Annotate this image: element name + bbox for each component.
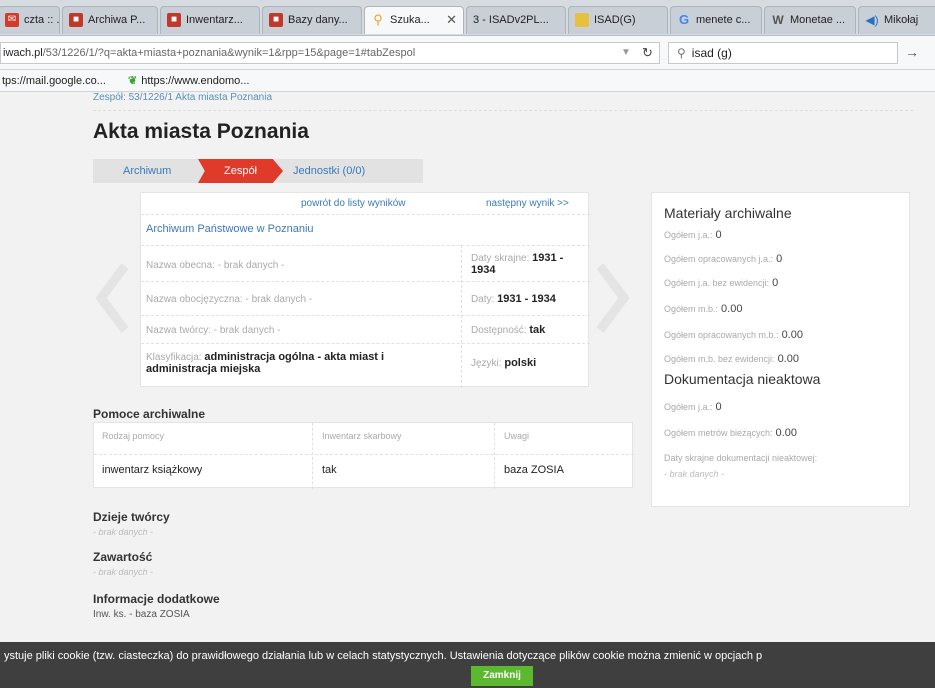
- next-result-link[interactable]: następny wynik >>: [486, 193, 569, 215]
- leaf-icon: ❦: [128, 75, 138, 87]
- field-date-range: Daty skrajne: 1931 - 1934: [471, 252, 564, 276]
- bookmark-endomondo[interactable]: ❦ https://www.endomo...: [128, 70, 249, 92]
- close-cookie-button[interactable]: Zamknij: [471, 666, 533, 686]
- breadcrumb[interactable]: Zespół: 53/1226/1 Akta miasta Poznania: [93, 92, 272, 103]
- fields-grid: Nazwa obecna: - brak danych - Daty skraj…: [141, 245, 590, 387]
- table-cell: inwentarz książkowy: [102, 464, 203, 476]
- aids-heading: Pomoce archiwalne: [93, 407, 206, 421]
- cookie-bar: ystuje pliki cookie (tzw. ciasteczka) do…: [0, 642, 935, 688]
- tab-bazy[interactable]: ■ Bazy dany...: [262, 6, 362, 34]
- stat-row: Ogółem m.b.: 0.00: [664, 303, 743, 315]
- field-classification: Klasyfikacja: administracja ogólna - akt…: [146, 351, 385, 375]
- field-dates: Daty: 1931 - 1934: [471, 293, 556, 305]
- result-navigation: powrót do listy wyników następny wynik >…: [141, 193, 590, 215]
- next-chevron-icon[interactable]: [594, 262, 630, 334]
- tab-isadv2pl[interactable]: 3 - ISADv2PL...: [466, 6, 566, 34]
- back-to-results-link[interactable]: powrót do listy wyników: [301, 193, 405, 215]
- field-row: Nazwa twórcy: - brak danych - Dostępność…: [141, 315, 590, 343]
- search-input[interactable]: ⚲ isad (g): [668, 42, 898, 64]
- cookie-text: ystuje pliki cookie (tzw. ciasteczka) do…: [4, 650, 763, 662]
- bookmarks-bar: tps://mail.google.co... ❦ https://www.end…: [0, 70, 935, 92]
- divider: [94, 454, 634, 455]
- non-archival-heading: Dokumentacja nieaktowa: [664, 371, 821, 387]
- page-content: Zespół: 53/1226/1 Akta miasta Poznania A…: [0, 92, 935, 642]
- archival-materials-panel: Materiały archiwalne Ogółem j.a.: 0 Ogółe…: [651, 192, 910, 507]
- divider: [312, 423, 313, 489]
- additional-value: Inw. ks. - baza ZOSIA: [93, 609, 190, 620]
- search-icon: ⚲: [677, 46, 686, 60]
- stat-row: Ogółem metrów bieżących: 0.00: [664, 427, 797, 439]
- materials-heading: Materiały archiwalne: [664, 205, 792, 221]
- audio-icon: ◀): [865, 13, 879, 28]
- field-row: Nazwa obocjęzyczna: - brak danych - Daty…: [141, 281, 590, 315]
- stat-row: Ogółem opracowanych j.a.: 0: [664, 253, 783, 265]
- field-creator: Nazwa twórcy: - brak danych -: [146, 325, 281, 336]
- url-input[interactable]: iwach.pl/53/1226/1/?q=akta+miasta+poznan…: [0, 42, 660, 64]
- tab-mikolaj[interactable]: ◀) Mikołaj: [858, 6, 935, 34]
- history-value: - brak danych -: [93, 527, 154, 537]
- mail-icon: ✉: [5, 13, 19, 28]
- dates-value: - brak danych -: [664, 469, 725, 479]
- archive-icon: ■: [69, 13, 83, 28]
- stat-row: Ogółem m.b. bez ewidencji: 0.00: [664, 353, 799, 365]
- col-header: Inwentarz skarbowy: [322, 431, 402, 441]
- dropdown-arrow-icon[interactable]: ▼: [621, 43, 631, 63]
- step-units[interactable]: Jednostki (0/0): [293, 159, 365, 183]
- folder-icon: [575, 13, 589, 28]
- tab-wikipedia[interactable]: W Monetae ...: [764, 6, 856, 34]
- reload-icon[interactable]: ↻: [642, 43, 653, 63]
- tab-google[interactable]: Gmenete c...: [670, 6, 762, 34]
- address-bar: iwach.pl/53/1226/1/?q=akta+miasta+poznan…: [0, 36, 935, 70]
- tab-archiwa[interactable]: ■ Archiwa P...: [62, 6, 158, 34]
- step-navigation: Archiwum Zespół Jednostki (0/0): [93, 159, 423, 183]
- stat-row: Ogółem j.a.: 0: [664, 229, 722, 241]
- table-cell: baza ZOSIA: [504, 464, 564, 476]
- google-icon: G: [678, 12, 690, 28]
- wikipedia-icon: W: [772, 13, 784, 28]
- archive-icon: ■: [167, 13, 181, 28]
- field-row: Nazwa obecna: - brak danych - Daty skraj…: [141, 245, 590, 281]
- field-row: Klasyfikacja: administracja ogólna - akt…: [141, 343, 590, 387]
- content-heading: Zawartość: [93, 550, 153, 564]
- divider: [93, 110, 913, 111]
- col-header: Rodzaj pomocy: [102, 431, 165, 441]
- browser-tab-bar: ✉czta :: ... ■Archiwa P... ■Inwentarz...…: [0, 0, 935, 36]
- field-languages: Języki: polski: [471, 357, 537, 369]
- divider: [494, 423, 495, 489]
- field-access: Dostępność: tak: [471, 324, 546, 336]
- tab-mail[interactable]: ✉czta :: ...: [0, 6, 60, 34]
- close-tab-icon[interactable]: ✕: [446, 7, 457, 33]
- content-value: - brak danych -: [93, 567, 154, 577]
- dates-label: Daty skrajne dokumentacji nieaktowej:: [664, 453, 818, 463]
- fonds-details-card: powrót do listy wyników następny wynik >…: [140, 192, 590, 388]
- go-arrow-icon[interactable]: →: [905, 44, 919, 60]
- stat-row: Ogółem j.a. bez ewidencji: 0: [664, 277, 779, 289]
- tab-inwentarz[interactable]: ■ Inwentarz...: [160, 6, 260, 34]
- search-icon: ⚲: [373, 12, 383, 28]
- tab-isadg[interactable]: ISAD(G): [568, 6, 668, 34]
- table-cell: tak: [322, 464, 337, 476]
- previous-chevron-icon[interactable]: [95, 262, 131, 334]
- field-other-name: Nazwa obocjęzyczna: - brak danych -: [146, 294, 313, 305]
- step-archive[interactable]: Archiwum: [123, 159, 171, 183]
- step-fonds-active[interactable]: Zespół: [198, 159, 283, 183]
- history-heading: Dzieje twórcy: [93, 510, 170, 524]
- page-title: Akta miasta Poznania: [93, 120, 309, 143]
- col-header: Uwagi: [504, 431, 530, 441]
- stat-row: Ogółem opracowanych m.b.: 0.00: [664, 329, 803, 341]
- bookmark-mail[interactable]: tps://mail.google.co...: [2, 70, 106, 92]
- tab-szukaj-active[interactable]: ⚲ Szuka... ✕: [364, 6, 464, 34]
- archive-name-link[interactable]: Archiwum Państwowe w Poznaniu: [146, 223, 314, 235]
- field-current-name: Nazwa obecna: - brak danych -: [146, 260, 285, 271]
- archive-icon: ■: [269, 13, 283, 28]
- additional-heading: Informacje dodatkowe: [93, 592, 220, 606]
- aids-table: Rodzaj pomocy Inwentarz skarbowy Uwagi i…: [93, 422, 634, 489]
- stat-row: Ogółem j.a.: 0: [664, 401, 722, 413]
